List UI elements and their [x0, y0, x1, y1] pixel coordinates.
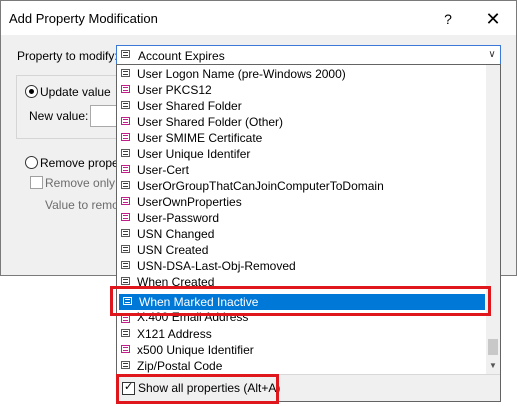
list-item-label: User Logon Name (pre-Windows 2000): [137, 67, 346, 81]
property-combobox[interactable]: Account Expires ∨: [116, 45, 501, 65]
pink-attribute-icon: [121, 85, 130, 93]
pink-attribute-icon: [121, 117, 130, 125]
value-to-remove-label: Value to remo: [45, 198, 119, 212]
list-item-label: x500 Unique Identifier: [137, 343, 254, 357]
pink-attribute-icon: [121, 213, 130, 221]
list-item[interactable]: User Shared Folder (Other): [117, 114, 486, 130]
pink-attribute-icon: [121, 197, 130, 205]
update-value-radio[interactable]: [25, 85, 38, 98]
list-item[interactable]: When Created: [117, 274, 486, 286]
list-item[interactable]: User PKCS12: [117, 82, 486, 98]
list-item[interactable]: User SMIME Certificate: [117, 130, 486, 146]
pink-attribute-icon: [121, 133, 130, 141]
list-item-label: UserOwnProperties: [137, 195, 242, 209]
dialog-title: Add Property Modification: [9, 11, 158, 26]
list-item-label: Zip/Postal Code: [137, 359, 223, 373]
list-item-label: X121 Address: [137, 327, 212, 341]
close-button[interactable]: ✕: [481, 7, 505, 31]
list-item-label: USN-DSA-Last-Obj-Removed: [137, 259, 296, 273]
gray-attribute-icon: [121, 229, 130, 237]
gray-attribute-icon: [121, 181, 130, 189]
list-item[interactable]: UserOrGroupThatCanJoinComputerToDomain: [117, 178, 486, 194]
property-to-modify-label: Property to modify:: [17, 49, 118, 63]
pink-attribute-icon: [121, 315, 130, 323]
gray-attribute-icon: [121, 277, 130, 285]
title-bar: Add Property Modification ? ✕: [1, 1, 516, 35]
list-item-label: UserOrGroupThatCanJoinComputerToDomain: [137, 179, 384, 193]
property-list: User Logon Name (pre-Windows 2000) User P…: [117, 65, 486, 374]
list-item-label: User-Password: [137, 211, 220, 225]
gray-attribute-icon: [121, 69, 130, 77]
property-dropdown-list: User Logon Name (pre-Windows 2000) User P…: [116, 64, 501, 402]
list-item[interactable]: UserOwnProperties: [117, 194, 486, 210]
gray-attribute-icon: [121, 329, 130, 337]
list-item-label: USN Changed: [137, 227, 215, 241]
highlight-show-all-checkbox: [116, 374, 279, 404]
list-item-label: User PKCS12: [137, 83, 212, 97]
combo-selected-value: Account Expires: [138, 49, 225, 63]
attribute-icon: [121, 50, 130, 58]
scrollbar[interactable]: ▼: [486, 65, 500, 374]
scroll-down-icon[interactable]: ▼: [486, 358, 500, 374]
list-item[interactable]: USN Changed: [117, 226, 486, 242]
list-item-label: User Shared Folder: [137, 99, 242, 113]
highlight-selected-item: [110, 286, 491, 316]
list-item[interactable]: User-Password: [117, 210, 486, 226]
list-item-label: User Shared Folder (Other): [137, 115, 284, 129]
list-item[interactable]: User Logon Name (pre-Windows 2000): [117, 66, 486, 82]
list-item[interactable]: User Shared Folder: [117, 98, 486, 114]
list-item-label: User-Cert: [137, 163, 190, 177]
list-item[interactable]: User Unique Identifer: [117, 146, 486, 162]
remove-property-radio[interactable]: [25, 156, 38, 169]
list-item-label: User Unique Identifer: [137, 147, 251, 161]
remove-only-label: Remove only s: [45, 176, 125, 190]
remove-only-checkbox[interactable]: [30, 176, 43, 189]
gray-attribute-icon: [121, 101, 130, 109]
help-button[interactable]: ?: [438, 9, 458, 29]
gray-attribute-icon: [121, 261, 130, 269]
list-item-label: User SMIME Certificate: [137, 131, 263, 145]
list-item[interactable]: USN Created: [117, 242, 486, 258]
scroll-thumb[interactable]: [488, 339, 498, 355]
gray-attribute-icon: [121, 149, 130, 157]
list-item[interactable]: x500 Unique Identifier: [117, 342, 486, 358]
update-value-label: Update value: [40, 85, 111, 99]
remove-property-label: Remove propert: [40, 156, 127, 170]
chevron-down-icon[interactable]: ∨: [484, 46, 500, 64]
gray-attribute-icon: [121, 361, 130, 369]
pink-attribute-icon: [121, 165, 130, 173]
gray-attribute-icon: [121, 245, 130, 253]
list-item[interactable]: X121 Address: [117, 326, 486, 342]
list-item[interactable]: USN-DSA-Last-Obj-Removed: [117, 258, 486, 274]
list-item-label: USN Created: [137, 243, 209, 257]
list-item[interactable]: Zip/Postal Code: [117, 358, 486, 374]
new-value-label: New value:: [29, 109, 89, 123]
list-item[interactable]: User-Cert: [117, 162, 486, 178]
list-item-label: When Created: [137, 275, 215, 286]
pink-attribute-icon: [121, 345, 130, 353]
